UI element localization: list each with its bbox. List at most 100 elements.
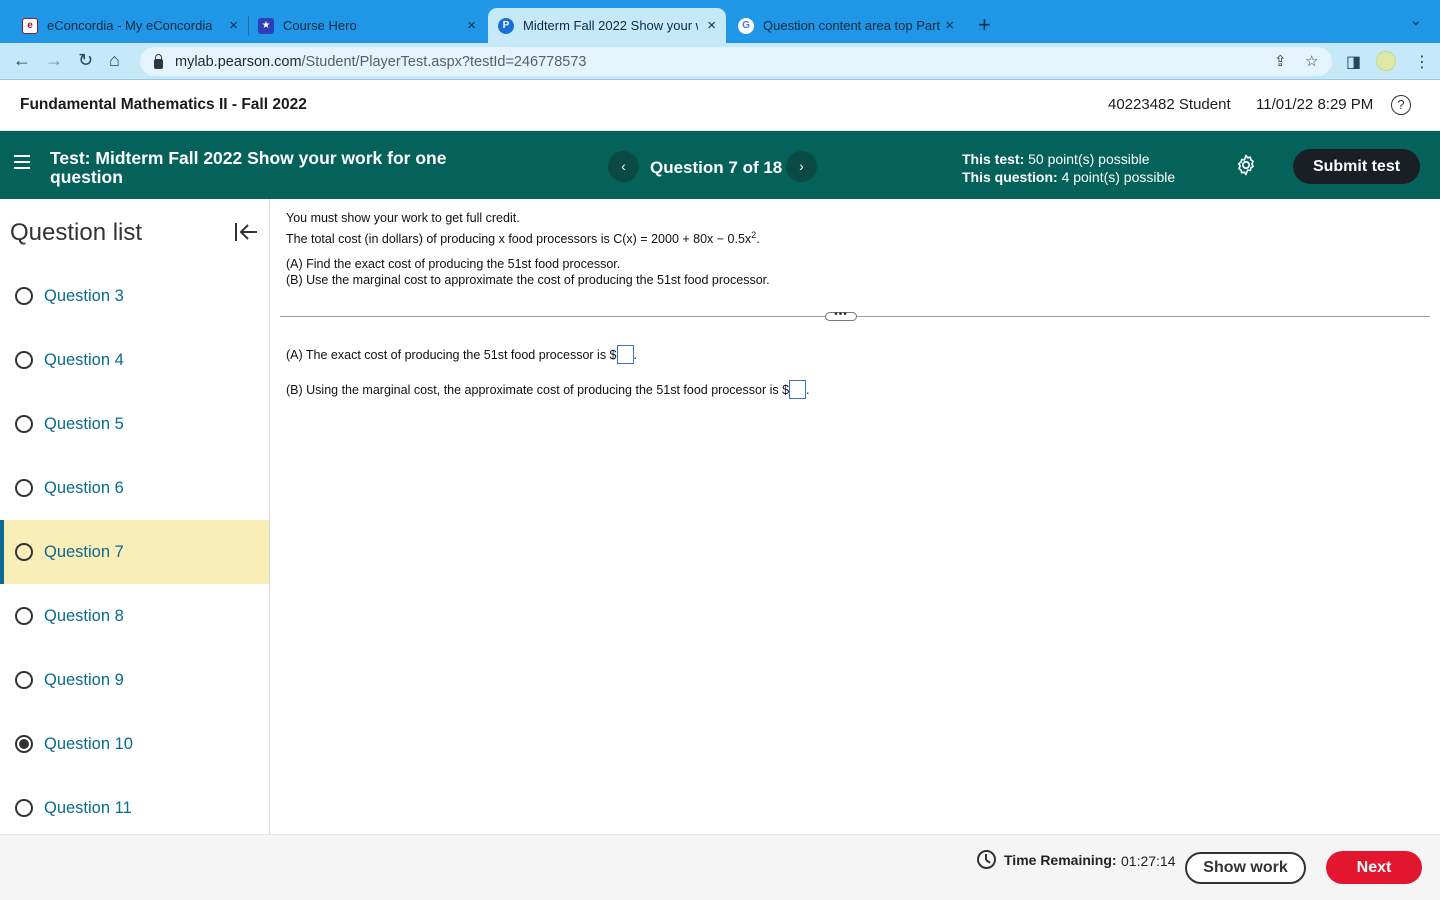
url-path: /Student/PlayerTest.aspx?testId=24677857…: [301, 53, 587, 70]
home-icon[interactable]: ⌂: [109, 50, 120, 71]
side-panel-icon[interactable]: ◨: [1346, 52, 1361, 72]
browser-tab-bar: e eConcordia - My eConcordia × ★ Course …: [0, 0, 1440, 43]
close-tab-icon[interactable]: ×: [467, 17, 476, 34]
address-bar-row: ← → ↻ ⌂ mylab.pearson.com/Student/Player…: [0, 43, 1440, 80]
question-list-item-5[interactable]: Question 5: [0, 392, 269, 456]
unanswered-circle-icon: [15, 607, 33, 625]
question-list-title: Question list: [10, 219, 143, 246]
answer-b-text: (B) Using the marginal cost, the approxi…: [286, 382, 790, 397]
url-host: mylab.pearson.com: [175, 53, 302, 70]
answer-a-row: (A) The exact cost of producing the 51st…: [286, 345, 637, 365]
question-list-item-6[interactable]: Question 6: [0, 456, 269, 520]
question-list-item-9[interactable]: Question 9: [0, 648, 269, 712]
test-label: Test:: [50, 148, 91, 168]
lock-icon: [154, 53, 163, 69]
browser-tab-midterm[interactable]: P Midterm Fall 2022 Show your w ×: [488, 8, 726, 43]
unanswered-circle-icon: [15, 479, 33, 497]
question-instruction: You must show your work to get full cred…: [286, 211, 520, 225]
pearson-favicon-icon: P: [498, 17, 514, 34]
bookmark-star-icon[interactable]: ☆: [1305, 52, 1318, 70]
answer-a-period: .: [633, 347, 637, 362]
exponent: 2: [751, 230, 757, 240]
current-datetime: 11/01/22 8:29 PM: [1256, 96, 1374, 113]
next-button[interactable]: Next: [1326, 851, 1422, 884]
this-test-label: This test:: [962, 151, 1025, 167]
tab-title: eConcordia - My eConcordia: [47, 18, 213, 33]
submit-test-button[interactable]: Submit test: [1293, 149, 1420, 184]
coursehero-favicon-icon: ★: [258, 17, 274, 34]
question-counter: Question 7 of 18: [650, 158, 783, 177]
url-field[interactable]: mylab.pearson.com/Student/PlayerTest.asp…: [140, 47, 1332, 76]
unanswered-circle-icon: [15, 543, 33, 561]
previous-question-button[interactable]: ‹: [608, 151, 639, 182]
this-test-points: 50 point(s) possible: [1028, 151, 1150, 167]
question-list-item-4[interactable]: Question 4: [0, 328, 269, 392]
test-name: Midterm Fall 2022 Show your work for one…: [50, 148, 447, 187]
share-icon[interactable]: ⇪: [1274, 52, 1287, 70]
unanswered-circle-icon: [15, 351, 33, 369]
answer-a-input[interactable]: [616, 345, 634, 364]
course-header: Fundamental Mathematics II - Fall 2022 4…: [0, 80, 1440, 131]
menu-icon[interactable]: [14, 155, 30, 169]
question-list-label: Question 10: [44, 734, 133, 753]
question-list-label: Question 3: [44, 286, 124, 305]
expand-more-button[interactable]: •••: [825, 310, 857, 321]
test-bar: Test: Midterm Fall 2022 Show your work f…: [0, 131, 1440, 199]
points-info: This test: 50 point(s) possible This que…: [962, 150, 1175, 186]
help-icon[interactable]: ?: [1391, 95, 1411, 115]
more-menu-icon[interactable]: ⋮: [1414, 52, 1430, 72]
student-id: 40223482 Student: [1108, 96, 1231, 113]
unanswered-circle-icon: [15, 799, 33, 817]
tab-title: Midterm Fall 2022 Show your w: [523, 18, 698, 33]
tab-title: Course Hero: [283, 18, 357, 33]
unanswered-circle-icon: [15, 671, 33, 689]
close-tab-icon[interactable]: ×: [707, 17, 716, 34]
test-title: Test: Midterm Fall 2022 Show your work f…: [50, 149, 490, 187]
profile-avatar[interactable]: [1376, 51, 1396, 71]
unanswered-circle-icon: [15, 415, 33, 433]
answer-b-period: .: [806, 382, 810, 397]
unanswered-circle-icon: [15, 287, 33, 305]
answered-circle-icon: [15, 735, 33, 753]
question-list-item-10[interactable]: Question 10: [0, 712, 269, 776]
question-stem-text: The total cost (in dollars) of producing…: [286, 232, 752, 246]
browser-tab-google[interactable]: G Question content area top Part ×: [728, 8, 964, 43]
question-list-item-8[interactable]: Question 8: [0, 584, 269, 648]
question-list-label: Question 11: [44, 798, 132, 817]
question-list-label: Question 6: [44, 478, 124, 497]
econcordia-favicon-icon: e: [22, 17, 38, 34]
new-tab-button[interactable]: +: [978, 12, 991, 38]
question-stem: The total cost (in dollars) of producing…: [286, 230, 760, 246]
answer-a-text: (A) The exact cost of producing the 51st…: [286, 347, 617, 362]
question-list-item-3[interactable]: Question 3: [0, 264, 269, 328]
course-title: Fundamental Mathematics II - Fall 2022: [20, 96, 307, 113]
question-list-item-11[interactable]: Question 11: [0, 776, 269, 835]
question-list-label: Question 9: [44, 670, 124, 689]
close-tab-icon[interactable]: ×: [229, 17, 238, 34]
settings-gear-icon[interactable]: [1234, 153, 1258, 177]
close-tab-icon[interactable]: ×: [945, 17, 954, 34]
question-list-item-7[interactable]: Question 7: [0, 520, 269, 584]
tab-search-chevron-icon[interactable]: ⌄: [1410, 12, 1422, 29]
google-favicon-icon: G: [738, 17, 754, 34]
back-arrow-icon[interactable]: ←: [13, 50, 31, 71]
collapse-sidebar-icon[interactable]: [233, 221, 259, 243]
stem-period: .: [756, 232, 760, 246]
part-b-prompt: (B) Use the marginal cost to approximate…: [286, 273, 770, 287]
question-list-sidebar: Question list Question 3 Question 4 Ques…: [0, 199, 270, 835]
this-question-label: This question:: [962, 169, 1058, 185]
clock-icon: [977, 850, 996, 869]
browser-tab-econcordia[interactable]: e eConcordia - My eConcordia ×: [12, 8, 248, 43]
answer-b-input[interactable]: [789, 380, 807, 399]
question-list-label: Question 8: [44, 606, 124, 625]
this-question-points: 4 point(s) possible: [1061, 169, 1176, 185]
next-question-button[interactable]: ›: [786, 151, 817, 182]
show-work-button[interactable]: Show work: [1185, 852, 1306, 884]
question-list-label: Question 4: [44, 350, 124, 369]
answer-b-row: (B) Using the marginal cost, the approxi…: [286, 380, 810, 400]
time-remaining-value: 01:27:14: [1121, 853, 1176, 869]
reload-icon[interactable]: ↻: [78, 50, 93, 71]
browser-tab-coursehero[interactable]: ★ Course Hero ×: [248, 8, 486, 43]
part-a-prompt: (A) Find the exact cost of producing the…: [286, 257, 621, 271]
forward-arrow-icon[interactable]: →: [45, 50, 63, 71]
